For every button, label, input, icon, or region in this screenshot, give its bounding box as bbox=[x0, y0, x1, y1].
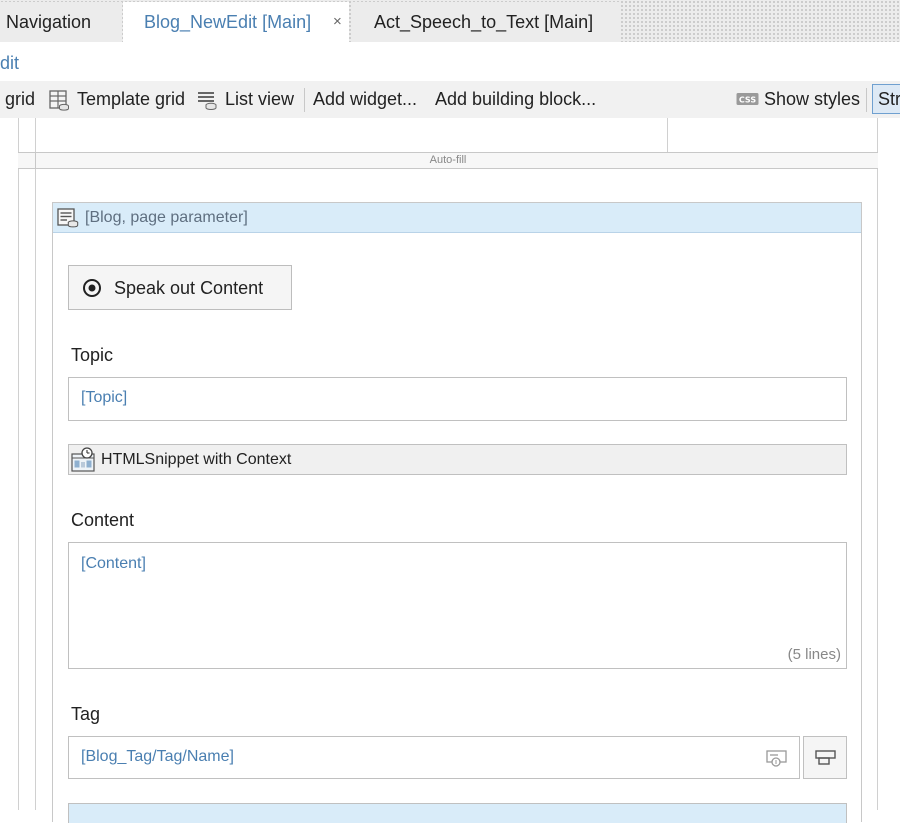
topic-input[interactable]: [Topic] bbox=[68, 377, 847, 421]
tab-navigation-label: Navigation bbox=[6, 12, 92, 32]
grid-button[interactable]: grid bbox=[5, 81, 35, 118]
dataview-title: [Blog, page parameter] bbox=[85, 209, 248, 226]
toolbar-separator bbox=[866, 88, 867, 112]
add-widget-label: Add widget... bbox=[313, 89, 418, 109]
tag-label: Tag bbox=[71, 704, 101, 724]
add-building-block-label: Add building block... bbox=[435, 89, 597, 109]
tag-placeholder: [Blog_Tag/Tag/Name] bbox=[81, 748, 234, 765]
dataview-icon bbox=[57, 208, 79, 228]
blog-dataview[interactable]: [Blog, page parameter] Speak out Content… bbox=[52, 202, 862, 823]
tab-blog-newedit[interactable]: Blog_NewEdit [Main] × bbox=[123, 2, 349, 42]
page-canvas: Auto-fill [Blog, page parameter] Speak o… bbox=[0, 118, 900, 823]
edit-menu-label[interactable]: dit bbox=[0, 53, 19, 74]
content-placeholder: [Content] bbox=[81, 555, 146, 572]
tab-blog-newedit-label: Blog_NewEdit [Main] bbox=[144, 12, 312, 32]
layout-column-divider bbox=[667, 118, 668, 152]
structure-mode-button[interactable]: Str bbox=[872, 84, 900, 114]
show-styles-label: Show styles bbox=[764, 89, 861, 109]
toolbar-separator bbox=[304, 88, 305, 112]
content-label: Content bbox=[71, 510, 135, 530]
tag-reference-selector[interactable]: [Blog_Tag/Tag/Name] bbox=[68, 736, 800, 779]
htmlsnippet-label: HTMLSnippet with Context bbox=[101, 451, 292, 468]
tab-act-speech-to-text-label: Act_Speech_to_Text [Main] bbox=[374, 12, 594, 32]
template-grid-icon bbox=[49, 90, 69, 111]
add-building-block-button[interactable]: Add building block... bbox=[435, 81, 596, 118]
template-grid-label: Template grid bbox=[77, 89, 186, 109]
topic-placeholder: [Topic] bbox=[81, 389, 128, 406]
structure-mode-label: Str bbox=[878, 89, 900, 109]
list-view-label: List view bbox=[225, 89, 295, 109]
css-icon: CSS bbox=[736, 93, 759, 105]
close-tab-icon[interactable]: × bbox=[333, 2, 342, 42]
topic-label: Topic bbox=[71, 345, 114, 365]
htmlsnippet-icon bbox=[71, 447, 95, 472]
speak-out-content-label: Speak out Content bbox=[114, 278, 264, 298]
tab-act-speech-to-text[interactable]: Act_Speech_to_Text [Main] bbox=[351, 2, 621, 42]
speak-out-content-button[interactable]: Speak out Content bbox=[68, 265, 292, 310]
css-badge-text: CSS bbox=[739, 96, 756, 105]
layout-grid-line bbox=[877, 118, 878, 810]
auto-fill-label: Auto-fill bbox=[429, 154, 467, 166]
content-textarea[interactable]: [Content] (5 lines) bbox=[68, 542, 847, 669]
select-tag-button[interactable] bbox=[803, 736, 847, 779]
layout-grid-line bbox=[18, 118, 19, 810]
grid-label: grid bbox=[5, 89, 36, 109]
layout-grid-line bbox=[35, 118, 36, 810]
add-widget-button[interactable]: Add widget... bbox=[313, 81, 417, 118]
dataview-header[interactable]: [Blog, page parameter] bbox=[53, 203, 861, 233]
content-lines-hint: (5 lines) bbox=[787, 646, 841, 663]
nested-widget-header[interactable] bbox=[68, 803, 847, 823]
reference-selector-icon bbox=[766, 750, 787, 767]
radio-dot-icon bbox=[83, 279, 101, 297]
tab-navigation[interactable]: Navigation bbox=[0, 2, 122, 42]
select-page-icon bbox=[815, 750, 836, 765]
list-view-icon bbox=[198, 92, 217, 111]
htmlsnippet-widget[interactable]: HTMLSnippet with Context bbox=[68, 444, 847, 475]
tab-bar: Navigation Blog_NewEdit [Main] × Act_Spe… bbox=[0, 0, 900, 42]
page-editor-toolbar: grid Template grid List view Add widget.… bbox=[0, 81, 900, 119]
